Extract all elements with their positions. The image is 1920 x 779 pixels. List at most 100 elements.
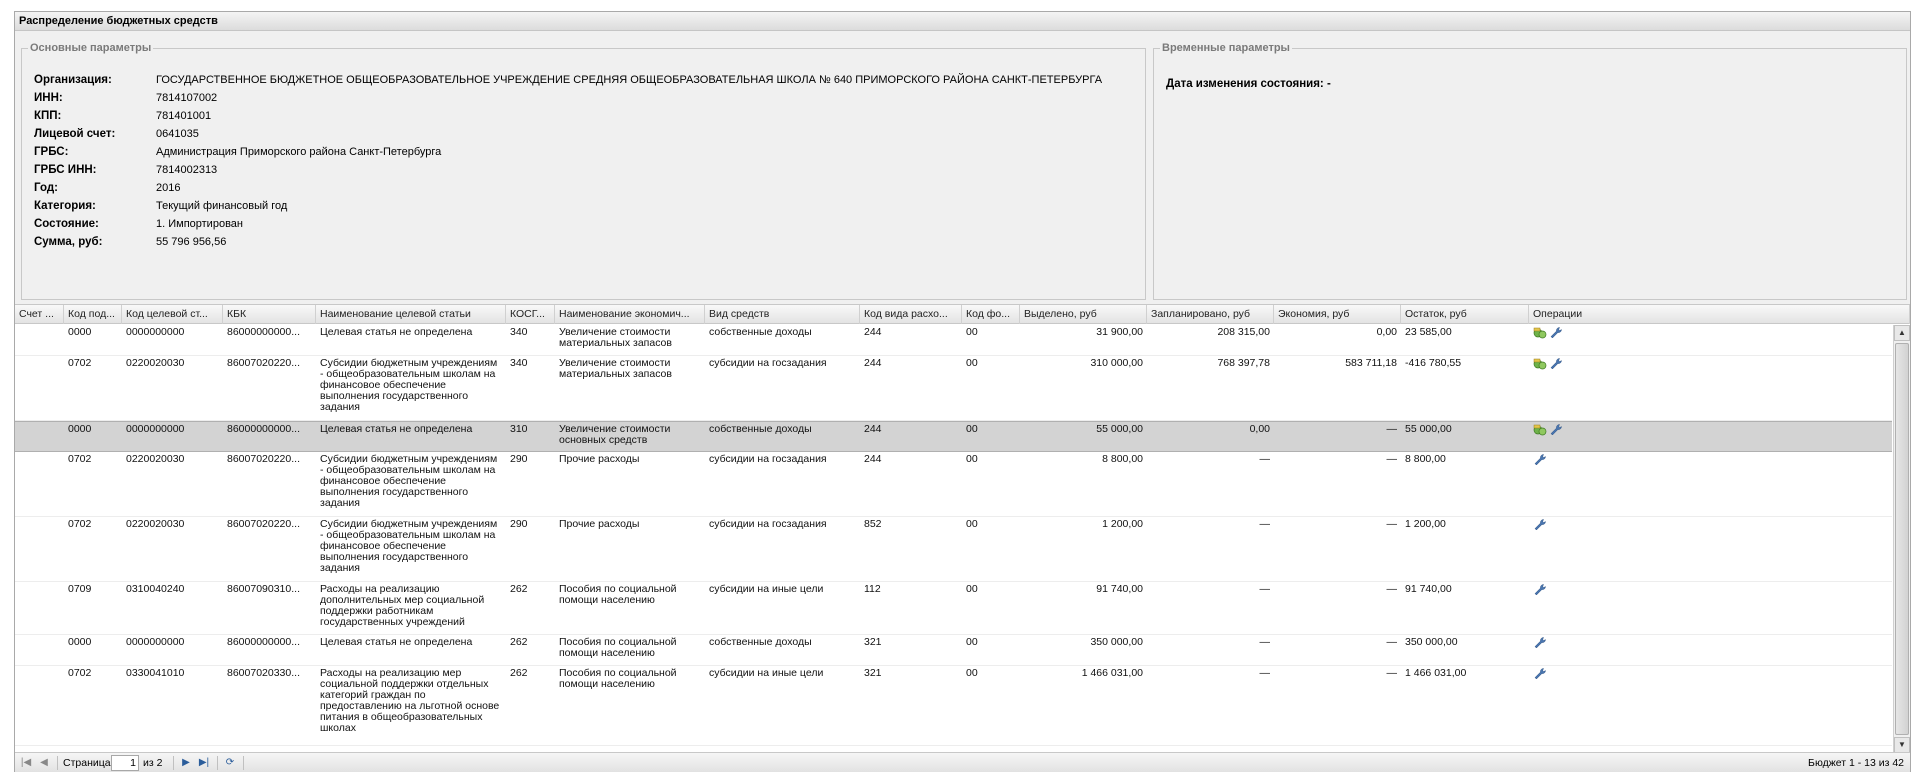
wrench-icon[interactable] <box>1533 518 1549 531</box>
param-label: Категория: <box>34 200 96 212</box>
cell-planned: — <box>1259 637 1271 648</box>
cell-account <box>15 358 64 420</box>
cell-allocated: 91 740,00 <box>1096 584 1143 595</box>
cell-allocated: 350 000,00 <box>1090 637 1143 648</box>
column-header[interactable]: Код под... <box>64 305 122 324</box>
row-operations <box>1533 636 1549 650</box>
prev-page-icon[interactable]: ◀ <box>37 756 51 770</box>
page-number-input[interactable] <box>111 755 139 771</box>
params-panel: Основные параметры Организация: ГОСУДАРСТ… <box>15 32 1910 312</box>
cell-economy: — <box>1386 637 1398 648</box>
cell-sub: 0702 <box>68 454 92 465</box>
cell-funds: собственные доходы <box>709 637 812 648</box>
table-row[interactable]: 0702 0220020030 86007020220... Субсидии бюд… <box>15 356 1892 421</box>
cell-fo: 00 <box>966 668 978 679</box>
cell-kbk: 86000000000... <box>227 424 300 435</box>
column-header[interactable]: Наименование экономич... <box>555 305 705 324</box>
table-row[interactable]: 0709 0310040240 86007090310... Расходы на р… <box>15 582 1892 635</box>
cell-econ: Прочие расходы <box>559 519 640 530</box>
pager-separator <box>217 756 218 770</box>
column-header[interactable]: Операции <box>1529 305 1910 324</box>
table-row[interactable]: 0702 0220020030 86007020220... Субсидии бюд… <box>15 517 1892 582</box>
table-row[interactable]: 0000 0000000000 86000000000... Целевая стат… <box>15 325 1892 356</box>
scroll-down-icon[interactable]: ▼ <box>1894 737 1910 753</box>
row-operations <box>1533 583 1549 597</box>
cell-sub: 0702 <box>68 358 92 369</box>
column-header[interactable]: КОСГ... <box>506 305 555 324</box>
pager-info: Бюджет 1 - 13 из 42 <box>1808 757 1904 769</box>
column-header[interactable]: Код вида расхо... <box>860 305 962 324</box>
cell-kbk: 86000000000... <box>227 637 300 648</box>
cell-name: Субсидии бюджетным учреждениям - общеобр… <box>320 358 498 413</box>
cell-exp: 244 <box>864 424 882 435</box>
cell-econ: Увеличение стоимости материальных запасо… <box>559 358 672 380</box>
cell-rest: 8 800,00 <box>1405 454 1446 465</box>
pager-separator <box>57 756 58 770</box>
cell-target: 0330041010 <box>126 668 185 679</box>
param-label: Состояние: <box>34 218 99 230</box>
money-icon[interactable] <box>1533 357 1549 370</box>
next-page-icon[interactable]: ▶ <box>179 756 193 770</box>
wrench-icon[interactable] <box>1549 326 1565 339</box>
last-page-icon[interactable]: ▶| <box>197 756 211 770</box>
param-label: Год: <box>34 182 58 194</box>
cell-allocated: 1 466 031,00 <box>1081 668 1143 679</box>
refresh-icon[interactable]: ⟳ <box>223 756 237 770</box>
param-label: Лицевой счет: <box>34 128 116 140</box>
money-icon[interactable] <box>1533 326 1549 339</box>
cell-kbk: 86007020220... <box>227 454 300 465</box>
cell-exp: 244 <box>864 358 882 369</box>
cell-kosgu: 310 <box>510 424 528 435</box>
param-label: КПП: <box>34 110 62 122</box>
cell-name: Субсидии бюджетным учреждениям - общеобр… <box>320 519 498 574</box>
param-label: ИНН: <box>34 92 63 104</box>
cell-name: Целевая статья не определена <box>320 637 473 648</box>
wrench-icon[interactable] <box>1533 636 1549 649</box>
cell-account <box>15 519 64 581</box>
cell-rest: 55 000,00 <box>1405 424 1452 435</box>
cell-funds: собственные доходы <box>709 327 812 338</box>
scroll-thumb[interactable] <box>1895 343 1909 735</box>
cell-planned: — <box>1259 519 1271 530</box>
wrench-icon[interactable] <box>1533 583 1549 596</box>
cell-target: 0220020030 <box>126 519 185 530</box>
column-header[interactable]: Код фо... <box>962 305 1020 324</box>
column-header[interactable]: Счет ... <box>15 305 64 324</box>
table-row[interactable]: 0702 0330041010 86007020330... Расходы на р… <box>15 666 1892 746</box>
cell-fo: 00 <box>966 637 978 648</box>
state-change-row: Дата изменения состояния: - <box>1166 78 1331 90</box>
cell-account <box>15 454 64 516</box>
pager-separator <box>243 756 244 770</box>
first-page-icon[interactable]: |◀ <box>19 756 33 770</box>
wrench-icon[interactable] <box>1549 357 1565 370</box>
column-header[interactable]: Код целевой ст... <box>122 305 223 324</box>
column-header[interactable]: Экономия, руб <box>1274 305 1401 324</box>
row-operations <box>1533 518 1549 532</box>
column-header[interactable]: Вид средств <box>705 305 860 324</box>
column-header[interactable]: Запланировано, руб <box>1147 305 1274 324</box>
param-value: Текущий финансовый год <box>156 200 288 212</box>
column-header[interactable]: Наименование целевой статьи <box>316 305 506 324</box>
vertical-scrollbar[interactable]: ▲ ▼ <box>1893 325 1910 753</box>
cell-account <box>15 637 64 665</box>
cell-allocated: 1 200,00 <box>1102 519 1143 530</box>
table-row[interactable]: 0702 0220020030 86007020220... Субсидии бюд… <box>15 452 1892 517</box>
column-header[interactable]: КБК <box>223 305 316 324</box>
scroll-up-icon[interactable]: ▲ <box>1894 325 1910 341</box>
cell-economy: — <box>1386 519 1398 530</box>
cell-fo: 00 <box>966 519 978 530</box>
wrench-icon[interactable] <box>1533 667 1549 680</box>
cell-econ: Пособия по социальной помощи населению <box>559 668 677 690</box>
cell-kosgu: 262 <box>510 637 528 648</box>
cell-funds: субсидии на госзадания <box>709 358 827 369</box>
column-header[interactable]: Выделено, руб <box>1020 305 1147 324</box>
money-icon[interactable] <box>1533 423 1549 436</box>
table-row[interactable]: 0000 0000000000 86000000000... Целевая стат… <box>15 421 1892 452</box>
column-header[interactable]: Остаток, руб <box>1401 305 1529 324</box>
wrench-icon[interactable] <box>1533 453 1549 466</box>
param-label: ГРБС: <box>34 146 69 158</box>
table-row[interactable]: 0000 0000000000 86000000000... Целевая стат… <box>15 635 1892 666</box>
wrench-icon[interactable] <box>1549 423 1565 436</box>
cell-allocated: 8 800,00 <box>1102 454 1143 465</box>
cell-sub: 0000 <box>68 637 92 648</box>
